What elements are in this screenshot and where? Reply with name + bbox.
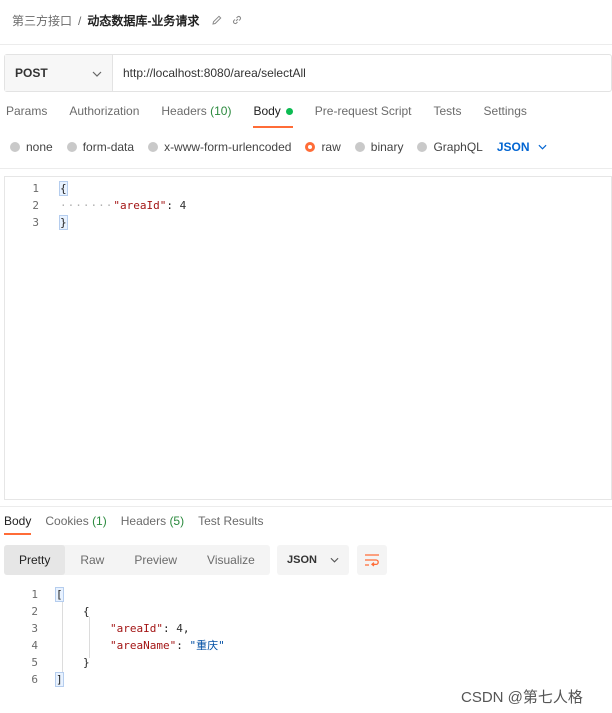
line-number: 2 [32, 199, 39, 212]
body-indicator-dot [285, 108, 293, 116]
method-label: POST [15, 66, 48, 80]
tab-headers[interactable]: Headers (10) [161, 104, 231, 118]
radio-circle-icon [417, 142, 428, 152]
breadcrumb: 第三方接口 / 动态数据库-业务请求 [12, 12, 245, 29]
divider [0, 168, 612, 169]
request-body-editor[interactable]: 1 2 3 { ·······"areaId": 4 } [4, 176, 612, 500]
tab-params[interactable]: Params [6, 104, 47, 118]
radio-circle-icon [148, 142, 159, 152]
view-visualize[interactable]: Visualize [192, 545, 270, 575]
json-key: "areaId" [113, 199, 167, 212]
radio-selected-icon [305, 142, 316, 152]
response-tab-body[interactable]: Body [4, 514, 32, 535]
view-raw[interactable]: Raw [65, 545, 119, 575]
response-format-select[interactable]: JSON [277, 545, 349, 575]
view-preview[interactable]: Preview [119, 545, 192, 575]
chevron-down-icon [538, 144, 547, 150]
tab-body[interactable]: Body [253, 104, 294, 128]
tab-pre-request-script[interactable]: Pre-request Script [315, 104, 412, 118]
line-number: 1 [32, 182, 39, 195]
breadcrumb-current: 动态数据库-业务请求 [87, 14, 200, 28]
response-tab-test-results[interactable]: Test Results [198, 514, 263, 528]
method-select[interactable]: POST [5, 55, 113, 91]
json-key: "areaName" [110, 639, 177, 652]
indent-guide [62, 600, 63, 675]
line-number: 6 [31, 673, 38, 686]
radio-x-www-form-urlencoded[interactable]: x-www-form-urlencoded [148, 140, 291, 154]
chevron-down-icon [330, 557, 339, 563]
response-tabs: Body Cookies (1) Headers (5) Test Result… [4, 514, 277, 535]
json-colon: : [166, 199, 180, 212]
indent-dots: ······· [60, 199, 114, 212]
json-value: 4 [179, 199, 187, 212]
radio-none[interactable]: none [10, 140, 53, 154]
radio-circle-icon [66, 142, 77, 152]
watermark: CSDN @第七人格 [461, 689, 583, 706]
wrap-lines-button[interactable] [357, 545, 387, 575]
line-number: 3 [32, 216, 39, 229]
chevron-down-icon [92, 66, 102, 80]
json-key: "areaId" [110, 622, 163, 635]
breadcrumb-separator: / [78, 13, 82, 28]
view-pretty[interactable]: Pretty [4, 545, 66, 575]
open-brace: { [83, 605, 90, 618]
response-headers-count: (5) [169, 514, 185, 528]
url-input[interactable]: http://localhost:8080/area/selectAll [113, 55, 611, 91]
close-brace: } [83, 656, 90, 669]
breadcrumb-parent[interactable]: 第三方接口 [12, 12, 72, 29]
link-icon[interactable] [231, 14, 245, 28]
body-type-options: none form-data x-www-form-urlencoded raw… [10, 140, 547, 154]
tab-authorization[interactable]: Authorization [69, 104, 139, 118]
headers-count: (10) [210, 104, 232, 118]
tab-settings[interactable]: Settings [484, 104, 527, 118]
pencil-icon[interactable] [211, 14, 225, 28]
close-bracket: ] [55, 672, 64, 687]
response-format-label: JSON [287, 554, 317, 566]
open-brace: { [59, 181, 68, 196]
cookies-count: (1) [92, 514, 107, 528]
view-mode-bar: Pretty Raw Preview Visualize [4, 545, 270, 575]
radio-raw[interactable]: raw [305, 140, 341, 154]
response-tab-cookies[interactable]: Cookies (1) [45, 514, 106, 528]
radio-form-data[interactable]: form-data [66, 140, 134, 154]
line-number: 4 [31, 639, 38, 652]
close-brace: } [59, 215, 68, 230]
line-number: 2 [31, 605, 38, 618]
divider [0, 506, 612, 507]
request-bar: POST http://localhost:8080/area/selectAl… [4, 54, 612, 92]
line-number: 5 [31, 656, 38, 669]
radio-graphql[interactable]: GraphQL [417, 140, 483, 154]
radio-circle-icon [354, 142, 365, 152]
line-number: 3 [31, 622, 38, 635]
request-tabs: Params Authorization Headers (10) Body P… [6, 104, 549, 128]
body-format-select[interactable]: JSON [497, 140, 547, 154]
json-value: 4 [176, 622, 183, 635]
line-number: 1 [31, 588, 38, 601]
response-tab-headers[interactable]: Headers (5) [121, 514, 184, 528]
open-bracket: [ [55, 587, 64, 602]
tab-tests[interactable]: Tests [434, 104, 462, 118]
json-value: "重庆" [189, 639, 225, 652]
radio-circle-icon [10, 142, 20, 152]
radio-binary[interactable]: binary [354, 140, 403, 154]
wrap-lines-icon [365, 554, 379, 567]
indent-guide [89, 617, 90, 658]
response-body[interactable]: 1 2 3 4 5 6 [ { "areaId": 4, "areaName":… [0, 586, 612, 687]
divider [0, 44, 612, 45]
